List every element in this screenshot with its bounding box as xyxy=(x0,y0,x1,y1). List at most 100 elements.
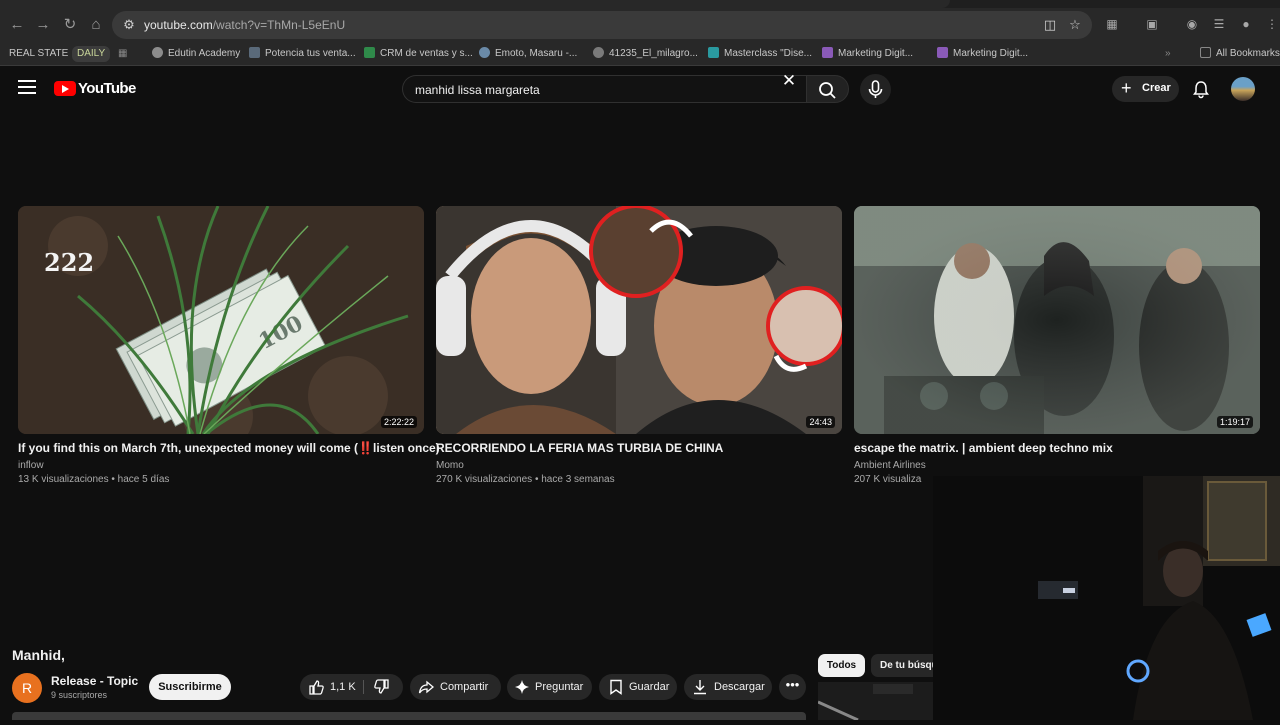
bookmark-marketing-2[interactable]: Marketing Digit... xyxy=(937,46,1028,62)
more-bookmarks-icon[interactable]: » xyxy=(1165,46,1171,62)
extensions-icon[interactable]: ▦ xyxy=(1104,16,1120,32)
active-tab[interactable] xyxy=(0,0,950,8)
like-button[interactable]: 1,1 K xyxy=(300,674,362,700)
back-icon[interactable]: ← xyxy=(8,16,26,34)
gear-icon xyxy=(593,47,604,58)
video-title[interactable]: If you find this on March 7th, unexpecte… xyxy=(18,441,440,455)
video-meta: 13 K visualizaciones • hace 5 días xyxy=(18,474,170,485)
video-channel[interactable]: inflow xyxy=(18,460,44,471)
account-avatar[interactable] xyxy=(1231,77,1255,101)
bookmark-star-icon[interactable]: ☆ xyxy=(1067,17,1083,33)
related-thumbnail-image xyxy=(817,682,933,722)
page-icon xyxy=(249,47,260,58)
hamburger-menu-icon[interactable] xyxy=(18,80,36,96)
create-label: Crear xyxy=(1142,82,1171,94)
view-count: 207 K visualiza xyxy=(854,474,922,485)
like-dislike-group: 1,1 K xyxy=(300,674,403,700)
more-actions-button[interactable]: ••• xyxy=(779,674,806,700)
bookmark-label: REAL STATE xyxy=(9,48,69,59)
dj-party-image xyxy=(854,206,1260,434)
bookmark-milagro[interactable]: 41235_El_milagro... xyxy=(593,46,698,62)
subscriber-count: 9 suscriptores xyxy=(51,690,108,700)
install-app-icon[interactable]: ◫ xyxy=(1042,17,1058,33)
bookmark-label: 41235_El_milagro... xyxy=(609,48,698,59)
video-channel[interactable]: Momo xyxy=(436,460,464,471)
home-icon[interactable]: ⌂ xyxy=(87,16,105,34)
search-button[interactable] xyxy=(806,75,849,103)
ask-button[interactable]: Preguntar xyxy=(507,674,592,700)
video-title[interactable]: escape the matrix. | ambient deep techno… xyxy=(854,441,1113,455)
bookmark-daily[interactable]: DAILY xyxy=(72,46,111,62)
crm-icon xyxy=(364,47,375,58)
channel-avatar[interactable]: R xyxy=(12,673,42,703)
q-icon xyxy=(937,47,948,58)
thumbs-down-icon xyxy=(374,679,389,694)
bookmark-label: Marketing Digit... xyxy=(838,48,914,59)
all-bookmarks[interactable]: All Bookmarks xyxy=(1200,46,1280,62)
dislike-button[interactable] xyxy=(364,674,403,700)
view-count: 13 K visualizaciones xyxy=(18,474,109,485)
video-meta: 270 K visualizaciones • hace 3 semanas xyxy=(436,474,615,485)
video-duration: 24:43 xyxy=(806,416,835,428)
bookmark-crm[interactable]: CRM de ventas y s... xyxy=(364,46,473,62)
url-host: youtube.com xyxy=(144,18,213,32)
sparkle-icon xyxy=(515,680,529,694)
video-thumbnail[interactable]: 100 222 2:22:22 xyxy=(18,206,424,434)
url-path: /watch?v=ThMn-L5eEnU xyxy=(212,18,346,32)
bookmark-marketing-1[interactable]: Marketing Digit... xyxy=(822,46,913,62)
edutin-icon xyxy=(152,47,163,58)
folder-icon xyxy=(1200,47,1211,58)
notifications-bell-icon[interactable] xyxy=(1191,79,1211,99)
bookmark-edutin[interactable]: Edutin Academy xyxy=(152,46,240,62)
bookmark-masterclass[interactable]: Masterclass "Dise... xyxy=(708,46,812,62)
browser-menu-icon[interactable]: ⋮ xyxy=(1264,16,1280,32)
site-settings-icon[interactable]: ⚙ xyxy=(121,17,137,33)
video-meta: 207 K visualiza xyxy=(854,474,921,485)
microphone-icon xyxy=(868,80,883,98)
video-duration: 1:19:17 xyxy=(1216,416,1253,428)
thumbnail-text: 222 xyxy=(44,248,95,277)
bookmark-potencia[interactable]: Potencia tus venta... xyxy=(249,46,356,62)
channel-name[interactable]: Release - Topic xyxy=(51,674,138,688)
bookmarks-bar: REAL STATE DAILY ▦ Edutin Academy Potenc… xyxy=(0,42,1280,66)
upload-age: hace 5 días xyxy=(117,474,170,485)
apps-grid-icon[interactable]: ▦ xyxy=(118,46,127,62)
download-button[interactable]: Descargar xyxy=(684,674,772,700)
voice-search-button[interactable] xyxy=(860,74,891,105)
url-text[interactable]: youtube.com/watch?v=ThMn-L5eEnU xyxy=(144,18,345,32)
watch-video-title: Manhid, xyxy=(12,647,65,663)
bookmark-label: Emoto, Masaru -... xyxy=(495,48,578,59)
filter-chip-all[interactable]: Todos xyxy=(818,654,865,677)
search-box[interactable] xyxy=(402,75,806,103)
download-label: Descargar xyxy=(714,681,765,693)
search-input[interactable] xyxy=(415,81,775,99)
bookmark-emoto[interactable]: Emoto, Masaru -... xyxy=(479,46,577,62)
address-bar[interactable]: ⚙ youtube.com/watch?v=ThMn-L5eEnU ◫ ☆ xyxy=(112,11,1092,39)
bookmark-icon xyxy=(610,679,622,695)
forward-icon[interactable]: → xyxy=(34,16,52,34)
video-thumbnail[interactable]: 1:19:17 xyxy=(854,206,1260,434)
subscribe-button[interactable]: Suscribirme xyxy=(149,674,231,700)
save-button[interactable]: Guardar xyxy=(599,674,677,700)
cast-icon[interactable]: ▣ xyxy=(1144,16,1160,32)
description-box-edge xyxy=(12,712,806,720)
browser-toolbar: ← → ↻ ⌂ ⚙ youtube.com/watch?v=ThMn-L5eEn… xyxy=(0,8,1280,42)
video-channel[interactable]: Ambient Airlines xyxy=(854,460,926,471)
filter-chip-from-search[interactable]: De tu búsqueda xyxy=(871,654,933,677)
share-button[interactable]: Compartir xyxy=(410,674,501,700)
bookmark-label: Potencia tus venta... xyxy=(265,48,356,59)
clear-search-icon[interactable]: ✕ xyxy=(780,72,798,91)
reload-icon[interactable]: ↻ xyxy=(61,16,79,34)
search-icon xyxy=(819,82,836,99)
related-video-thumbnail[interactable] xyxy=(817,682,933,722)
bookmark-label: DAILY xyxy=(77,48,106,59)
share-icon xyxy=(418,680,434,694)
profile-icon[interactable]: ● xyxy=(1238,16,1254,32)
create-button[interactable]: + Crear xyxy=(1112,76,1179,102)
video-thumbnail[interactable]: 24:43 xyxy=(436,206,842,434)
extension-shield-icon[interactable]: ◉ xyxy=(1184,16,1200,32)
video-title[interactable]: RECORRIENDO LA FERIA MAS TURBIA DE CHINA xyxy=(436,441,723,455)
bookmark-real-state[interactable]: REAL STATE xyxy=(9,46,68,62)
thumbs-up-icon xyxy=(309,680,324,695)
reading-list-icon[interactable]: ☰ xyxy=(1211,16,1227,32)
